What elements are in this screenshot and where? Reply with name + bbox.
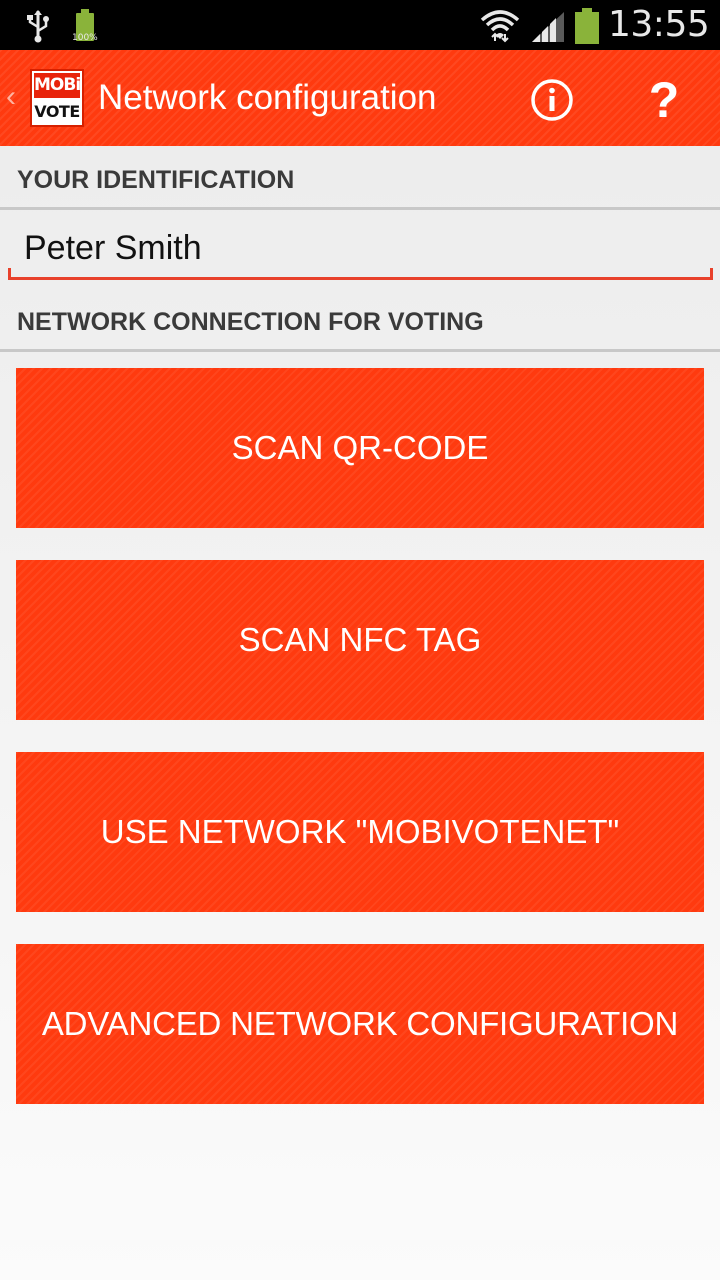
back-chevron-icon[interactable]: ‹: [6, 82, 16, 112]
page-title: Network configuration: [98, 78, 437, 117]
signal-icon: [532, 12, 564, 42]
section-header-network-label: NETWORK CONNECTION FOR VOTING: [17, 308, 484, 336]
identification-field[interactable]: [8, 216, 713, 280]
scan-nfc-tag-button[interactable]: SCAN NFC TAG: [16, 560, 704, 720]
section-header-network: NETWORK CONNECTION FOR VOTING: [0, 290, 720, 352]
battery-icon: [574, 8, 600, 44]
status-bar: 100% 13:55: [0, 0, 720, 50]
help-icon[interactable]: ?: [640, 72, 688, 128]
identification-input[interactable]: [24, 226, 694, 270]
section-header-identification-label: YOUR IDENTIFICATION: [17, 166, 295, 194]
section-header-identification: YOUR IDENTIFICATION: [0, 148, 720, 210]
app-logo[interactable]: MOBi VOTE: [30, 69, 84, 127]
clock: 13:55: [608, 4, 710, 45]
logo-vote-text: VOTE: [34, 102, 80, 121]
scan-qr-code-button[interactable]: SCAN QR-CODE: [16, 368, 704, 528]
wifi-icon: [480, 10, 520, 43]
battery-small-label: 100%: [72, 33, 98, 43]
use-network-button[interactable]: USE NETWORK "MOBIVOTENET": [16, 752, 704, 912]
info-icon[interactable]: [530, 78, 574, 122]
action-bar: ‹ MOBi VOTE Network configuration: [0, 50, 720, 146]
logo-mobi-text: MOBi: [34, 73, 81, 98]
usb-icon: [27, 10, 49, 43]
battery-small-icon: 100%: [72, 9, 102, 45]
advanced-network-configuration-button[interactable]: ADVANCED NETWORK CONFIGURATION: [16, 944, 704, 1104]
